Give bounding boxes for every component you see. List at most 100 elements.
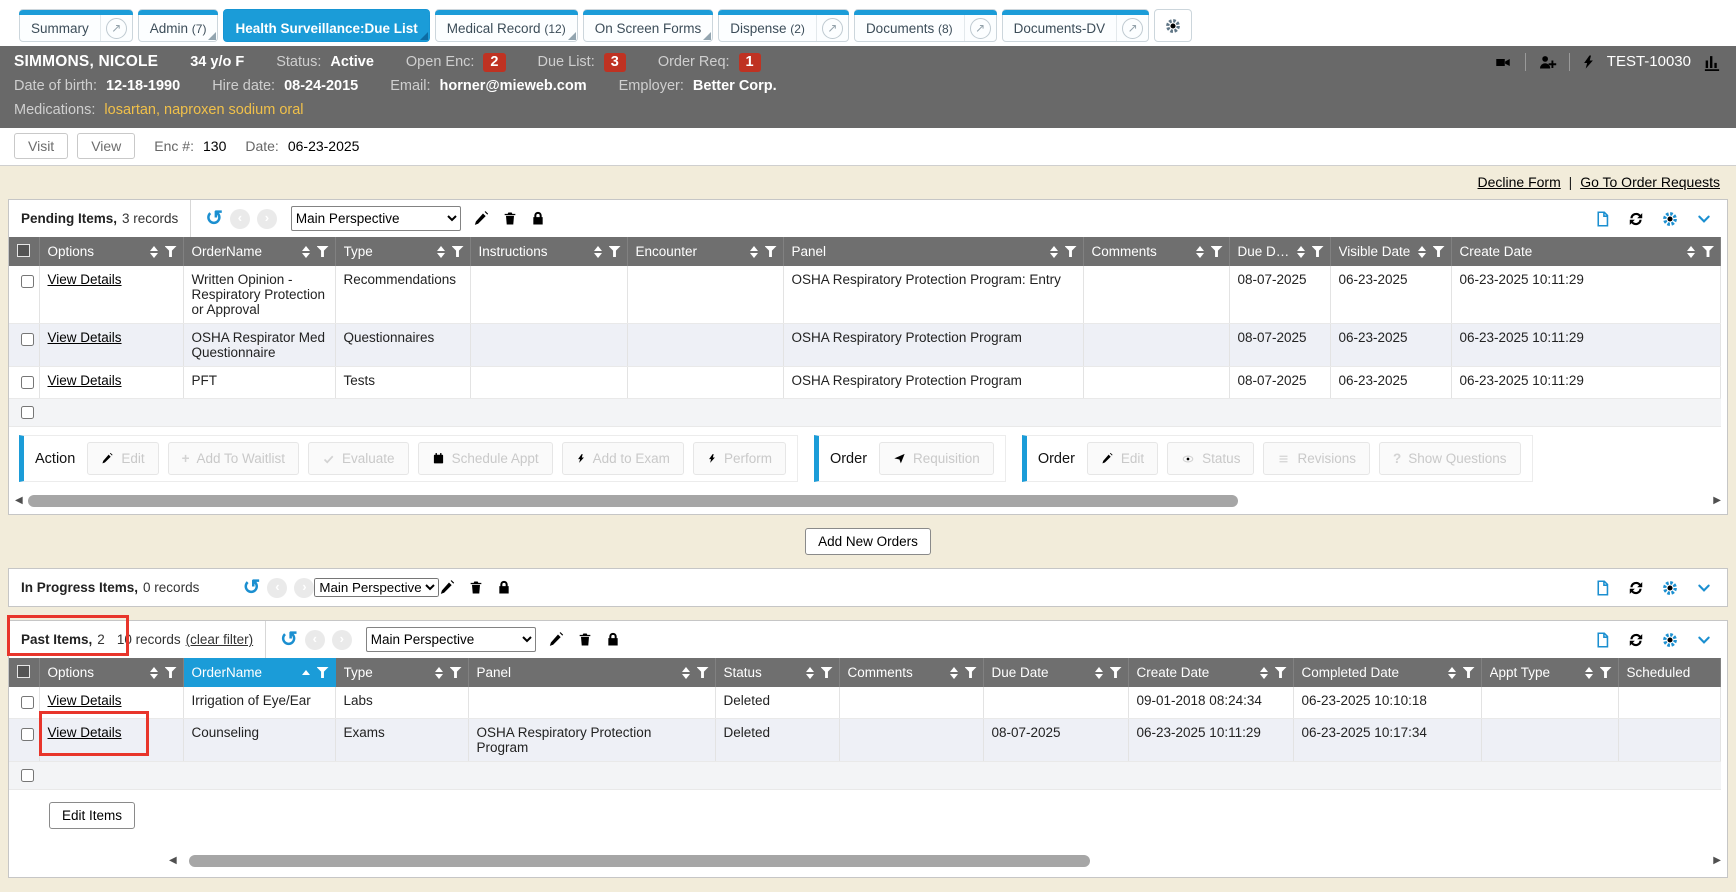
refresh-icon[interactable] bbox=[1627, 631, 1645, 649]
select-all-checkbox[interactable] bbox=[17, 665, 30, 678]
past-horizontal-scrollbar[interactable]: ◀ ▶ bbox=[169, 852, 1721, 869]
filter-icon[interactable] bbox=[165, 246, 177, 257]
row-checkbox[interactable] bbox=[21, 769, 34, 782]
edit-perspective-icon[interactable] bbox=[439, 579, 456, 596]
tab-health-surveillance-due-list[interactable]: Health Surveillance:Due List bbox=[223, 9, 429, 42]
scrollbar-track[interactable] bbox=[182, 855, 1709, 867]
delete-perspective-icon[interactable] bbox=[577, 631, 593, 648]
row-checkbox[interactable] bbox=[21, 376, 34, 389]
sort-icon[interactable] bbox=[1044, 246, 1058, 258]
sort-icon[interactable] bbox=[588, 246, 602, 258]
edit-perspective-icon[interactable] bbox=[473, 210, 490, 227]
edit-button[interactable]: Edit bbox=[87, 442, 158, 475]
sort-icon[interactable] bbox=[296, 246, 310, 258]
row-checkbox[interactable] bbox=[21, 696, 34, 709]
add-new-orders-button[interactable]: Add New Orders bbox=[805, 528, 931, 555]
tab-summary[interactable]: Summary ↗ bbox=[19, 9, 133, 42]
prev-page-icon[interactable]: ‹ bbox=[305, 630, 325, 650]
filter-icon[interactable] bbox=[450, 667, 462, 678]
visit-button[interactable]: Visit bbox=[14, 133, 68, 159]
filter-icon[interactable] bbox=[965, 667, 977, 678]
filter-icon[interactable] bbox=[165, 667, 177, 678]
select-all-header[interactable] bbox=[9, 237, 39, 266]
sort-icon[interactable] bbox=[1681, 246, 1695, 258]
scroll-right-arrow[interactable]: ▶ bbox=[1713, 496, 1721, 506]
view-button[interactable]: View bbox=[77, 133, 135, 159]
sort-icon[interactable] bbox=[1442, 667, 1456, 679]
bar-chart-icon[interactable] bbox=[1702, 53, 1722, 72]
filter-icon[interactable] bbox=[609, 246, 621, 257]
filter-icon[interactable] bbox=[1110, 667, 1122, 678]
past-perspective-select[interactable]: Main Perspective bbox=[366, 627, 536, 652]
row-checkbox[interactable] bbox=[21, 275, 34, 288]
pending-horizontal-scrollbar[interactable]: ◀ ▶ bbox=[15, 492, 1721, 509]
gear-icon[interactable] bbox=[1661, 631, 1679, 649]
popout-segment[interactable]: ↗ bbox=[816, 15, 848, 41]
video-camera-icon[interactable] bbox=[1492, 54, 1514, 71]
schedule-appt-button[interactable]: Schedule Appt bbox=[418, 442, 553, 475]
lightning-bolt-icon[interactable] bbox=[1581, 53, 1596, 71]
undo-icon[interactable]: ↺ bbox=[205, 209, 223, 229]
filter-icon[interactable] bbox=[821, 667, 833, 678]
filter-icon[interactable] bbox=[317, 667, 329, 678]
document-icon[interactable] bbox=[1594, 210, 1611, 228]
document-icon[interactable] bbox=[1594, 631, 1611, 649]
edit-items-button[interactable]: Edit Items bbox=[49, 802, 135, 829]
tab-settings-button[interactable] bbox=[1154, 9, 1192, 42]
view-details-link[interactable]: View Details bbox=[48, 373, 122, 388]
sorted-column-header[interactable]: OrderName bbox=[183, 658, 335, 687]
go-to-order-requests-link[interactable]: Go To Order Requests bbox=[1580, 174, 1720, 190]
scroll-left-arrow[interactable]: ◀ bbox=[169, 856, 177, 866]
gear-icon[interactable] bbox=[1661, 210, 1679, 228]
sort-asc-icon[interactable] bbox=[296, 670, 310, 675]
filter-icon[interactable] bbox=[1702, 246, 1714, 257]
sort-icon[interactable] bbox=[1412, 246, 1426, 258]
view-details-link[interactable]: View Details bbox=[48, 272, 122, 287]
sort-icon[interactable] bbox=[1190, 246, 1204, 258]
undo-icon[interactable]: ↺ bbox=[243, 578, 261, 598]
chevron-down-icon[interactable] bbox=[1695, 633, 1713, 647]
in-progress-perspective-select[interactable]: Main Perspective bbox=[314, 578, 439, 597]
next-page-icon[interactable]: › bbox=[294, 578, 314, 598]
filter-icon[interactable] bbox=[1065, 246, 1077, 257]
select-all-checkbox[interactable] bbox=[17, 244, 30, 257]
filter-icon[interactable] bbox=[1433, 246, 1445, 257]
tab-admin[interactable]: Admin (7) bbox=[138, 9, 219, 42]
sort-icon[interactable] bbox=[429, 667, 443, 679]
sort-icon[interactable] bbox=[1254, 667, 1268, 679]
sort-icon[interactable] bbox=[144, 667, 158, 679]
show-questions-button[interactable]: ?Show Questions bbox=[1379, 442, 1521, 475]
filter-icon[interactable] bbox=[697, 667, 709, 678]
prev-page-icon[interactable]: ‹ bbox=[230, 209, 250, 229]
document-icon[interactable] bbox=[1594, 579, 1611, 597]
evaluate-button[interactable]: Evaluate bbox=[308, 442, 409, 475]
tab-documents[interactable]: Documents (8) ↗ bbox=[854, 9, 997, 42]
edit-perspective-icon[interactable] bbox=[548, 631, 565, 648]
perform-button[interactable]: Perform bbox=[693, 442, 786, 475]
refresh-icon[interactable] bbox=[1627, 579, 1645, 597]
filter-icon[interactable] bbox=[452, 246, 464, 257]
filter-icon[interactable] bbox=[1463, 667, 1475, 678]
filter-icon[interactable] bbox=[317, 246, 329, 257]
filter-icon[interactable] bbox=[765, 246, 777, 257]
filter-icon[interactable] bbox=[1600, 667, 1612, 678]
scroll-left-arrow[interactable]: ◀ bbox=[15, 496, 23, 506]
prev-page-icon[interactable]: ‹ bbox=[267, 578, 287, 598]
popout-segment[interactable]: ↗ bbox=[964, 15, 996, 41]
sort-icon[interactable] bbox=[744, 246, 758, 258]
sort-icon[interactable] bbox=[800, 667, 814, 679]
sort-icon[interactable] bbox=[1089, 667, 1103, 679]
scrollbar-thumb[interactable] bbox=[28, 495, 1238, 507]
tab-documents-dv[interactable]: Documents-DV ↗ bbox=[1002, 9, 1150, 42]
popout-segment[interactable]: ↗ bbox=[1116, 15, 1148, 41]
sort-icon[interactable] bbox=[144, 246, 158, 258]
chevron-down-icon[interactable] bbox=[1695, 212, 1713, 226]
next-page-icon[interactable]: › bbox=[332, 630, 352, 650]
row-checkbox[interactable] bbox=[21, 728, 34, 741]
requisition-button[interactable]: Requisition bbox=[879, 442, 994, 475]
select-all-header[interactable] bbox=[9, 658, 39, 687]
decline-form-link[interactable]: Decline Form bbox=[1478, 174, 1561, 190]
tab-on-screen-forms[interactable]: On Screen Forms bbox=[583, 9, 714, 42]
sort-icon[interactable] bbox=[431, 246, 445, 258]
tab-medical-record[interactable]: Medical Record (12) bbox=[435, 9, 578, 42]
